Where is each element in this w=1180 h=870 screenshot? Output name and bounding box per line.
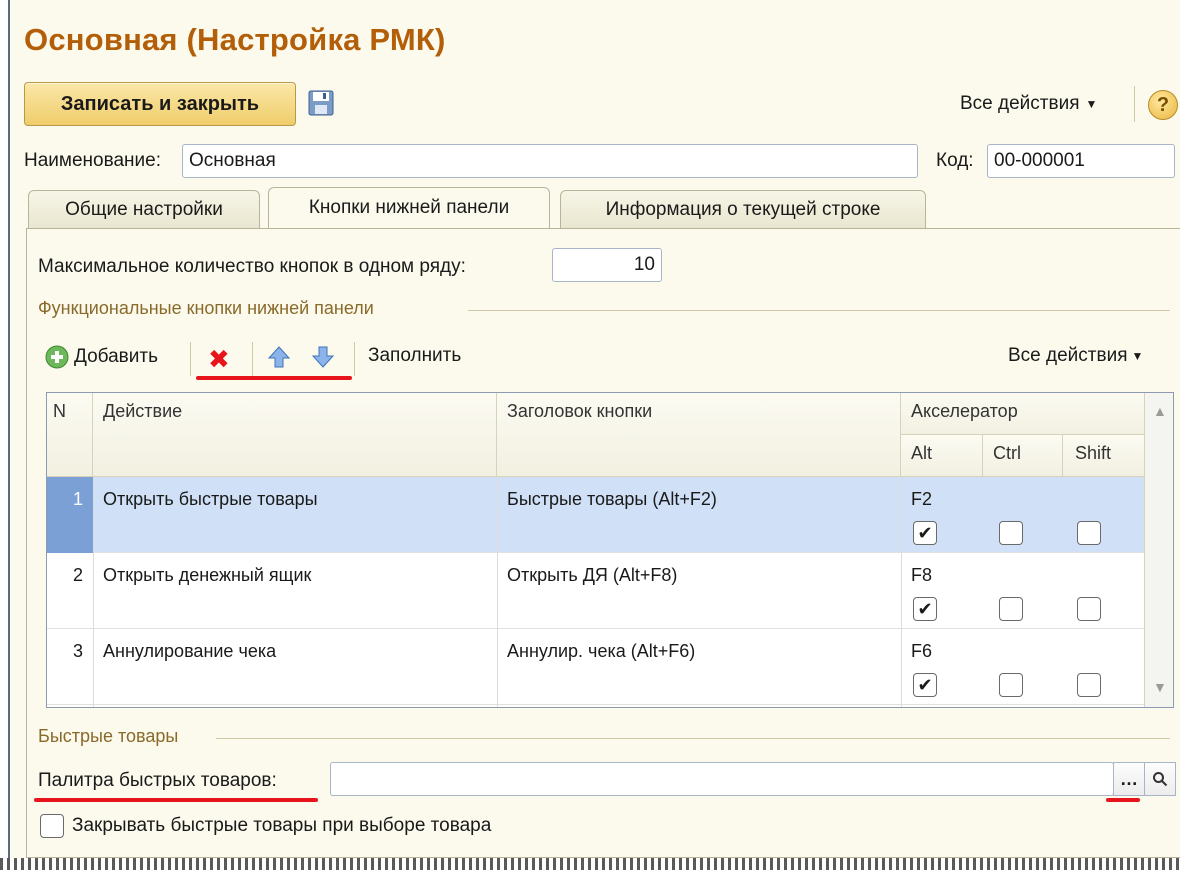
shift-checkbox[interactable] bbox=[1077, 597, 1101, 621]
palette-highlight-underline bbox=[34, 798, 318, 802]
scroll-up-icon[interactable]: ▲ bbox=[1153, 403, 1167, 419]
save-icon[interactable] bbox=[308, 90, 334, 116]
add-label: Добавить bbox=[74, 346, 158, 367]
max-buttons-label: Максимальное количество кнопок в одном р… bbox=[38, 256, 466, 277]
toolbar-separator bbox=[354, 342, 355, 376]
col-header-ctrl[interactable]: Ctrl bbox=[983, 435, 1063, 477]
tab-general-settings[interactable]: Общие настройки bbox=[28, 190, 260, 228]
table-row[interactable]: 3 Аннулирование чека Аннулир. чека (Alt+… bbox=[47, 629, 1145, 705]
select-palette-button[interactable]: … bbox=[1113, 762, 1145, 796]
open-palette-button[interactable] bbox=[1144, 762, 1176, 796]
alt-checkbox[interactable]: ✔ bbox=[913, 521, 937, 545]
save-and-close-button[interactable]: Записать и закрыть bbox=[24, 82, 296, 126]
row-caption: Быстрые товары (Alt+F2) bbox=[507, 489, 717, 509]
all-actions-label: Все действия bbox=[1008, 345, 1128, 366]
row-action: Аннулирование чека bbox=[103, 641, 277, 661]
ctrl-checkbox[interactable] bbox=[999, 597, 1023, 621]
all-actions-menu-top[interactable]: Все действия ▼ bbox=[960, 93, 1097, 115]
row-key: F6 bbox=[911, 641, 933, 661]
arrow-down-icon bbox=[311, 346, 335, 368]
max-buttons-field[interactable]: 10 bbox=[552, 248, 662, 282]
palette-label: Палитра быстрых товаров: bbox=[38, 770, 277, 791]
table-row[interactable]: 2 Открыть денежный ящик Открыть ДЯ (Alt+… bbox=[47, 553, 1145, 629]
move-down-button[interactable] bbox=[310, 344, 336, 370]
quick-goods-group-title: Быстрые товары bbox=[38, 726, 179, 746]
palette-field[interactable] bbox=[330, 762, 1114, 796]
col-header-n[interactable]: N bbox=[47, 393, 93, 477]
toolbar-highlight-underline bbox=[196, 376, 352, 380]
toolbar-separator bbox=[252, 342, 253, 376]
scroll-down-icon[interactable]: ▼ bbox=[1153, 679, 1167, 695]
select-button-highlight-underline bbox=[1106, 798, 1140, 802]
row-caption: Аннулир. чека (Alt+F6) bbox=[507, 641, 696, 661]
alt-checkbox[interactable]: ✔ bbox=[913, 673, 937, 697]
shift-checkbox[interactable] bbox=[1077, 521, 1101, 545]
chevron-down-icon: ▼ bbox=[1131, 349, 1144, 363]
fill-button[interactable]: Заполнить bbox=[368, 345, 461, 367]
table-scrollbar[interactable]: ▲ ▼ bbox=[1144, 393, 1173, 707]
col-header-alt[interactable]: Alt bbox=[901, 435, 983, 477]
col-header-shift[interactable]: Shift bbox=[1063, 435, 1145, 477]
search-icon bbox=[1153, 772, 1168, 787]
row-number: 2 bbox=[72, 565, 83, 585]
row-number-cell bbox=[47, 477, 93, 553]
ctrl-checkbox[interactable] bbox=[999, 673, 1023, 697]
group-divider bbox=[216, 738, 1170, 739]
move-up-button[interactable] bbox=[266, 344, 292, 370]
close-on-select-label: Закрывать быстрые товары при выборе това… bbox=[72, 815, 492, 836]
add-button[interactable]: Добавить bbox=[44, 344, 158, 370]
buttons-table: N Действие Заголовок кнопки Акселератор … bbox=[46, 392, 1174, 708]
row-action: Открыть быстрые товары bbox=[103, 489, 318, 509]
row-key: F8 bbox=[911, 565, 933, 585]
arrow-up-icon bbox=[267, 346, 291, 368]
ctrl-checkbox[interactable] bbox=[999, 521, 1023, 545]
tab-bottom-panel-buttons[interactable]: Кнопки нижней панели bbox=[268, 187, 550, 228]
all-actions-menu-table[interactable]: Все действия ▼ bbox=[1008, 345, 1143, 367]
help-icon[interactable]: ? bbox=[1148, 90, 1178, 120]
name-label: Наименование: bbox=[24, 150, 161, 171]
row-number: 1 bbox=[72, 489, 83, 509]
row-number: 3 bbox=[72, 641, 83, 661]
alt-checkbox[interactable]: ✔ bbox=[913, 597, 937, 621]
torn-edge bbox=[0, 858, 1180, 870]
code-field[interactable]: 00-000001 bbox=[987, 144, 1175, 178]
add-icon bbox=[45, 345, 69, 369]
col-header-caption[interactable]: Заголовок кнопки bbox=[497, 393, 901, 477]
col-header-accelerator[interactable]: Акселератор bbox=[901, 393, 1145, 435]
delete-icon: ✖ bbox=[208, 344, 230, 374]
name-field[interactable]: Основная bbox=[182, 144, 918, 178]
func-buttons-group-title: Функциональные кнопки нижней панели bbox=[38, 298, 374, 318]
col-header-action[interactable]: Действие bbox=[93, 393, 497, 477]
group-divider bbox=[468, 310, 1170, 311]
shift-checkbox[interactable] bbox=[1077, 673, 1101, 697]
row-caption: Открыть ДЯ (Alt+F8) bbox=[507, 565, 678, 585]
all-actions-label: Все действия bbox=[960, 93, 1080, 114]
delete-button[interactable]: ✖ bbox=[208, 344, 230, 375]
settings-window: Основная (Настройка РМК) Записать и закр… bbox=[8, 0, 1180, 858]
column-divider bbox=[93, 477, 94, 707]
toolbar-separator bbox=[1134, 86, 1135, 122]
column-divider bbox=[901, 477, 902, 707]
toolbar-separator bbox=[190, 342, 191, 376]
tab-current-row-info[interactable]: Информация о текущей строке bbox=[560, 190, 926, 228]
code-label: Код: bbox=[936, 150, 974, 171]
row-key: F2 bbox=[911, 489, 933, 509]
chevron-down-icon: ▼ bbox=[1085, 97, 1098, 111]
window-title: Основная (Настройка РМК) bbox=[24, 22, 446, 57]
close-on-select-checkbox[interactable] bbox=[40, 814, 64, 838]
column-divider bbox=[497, 477, 498, 707]
table-row[interactable]: 1 Открыть быстрые товары Быстрые товары … bbox=[47, 477, 1145, 553]
row-action: Открыть денежный ящик bbox=[103, 565, 312, 585]
